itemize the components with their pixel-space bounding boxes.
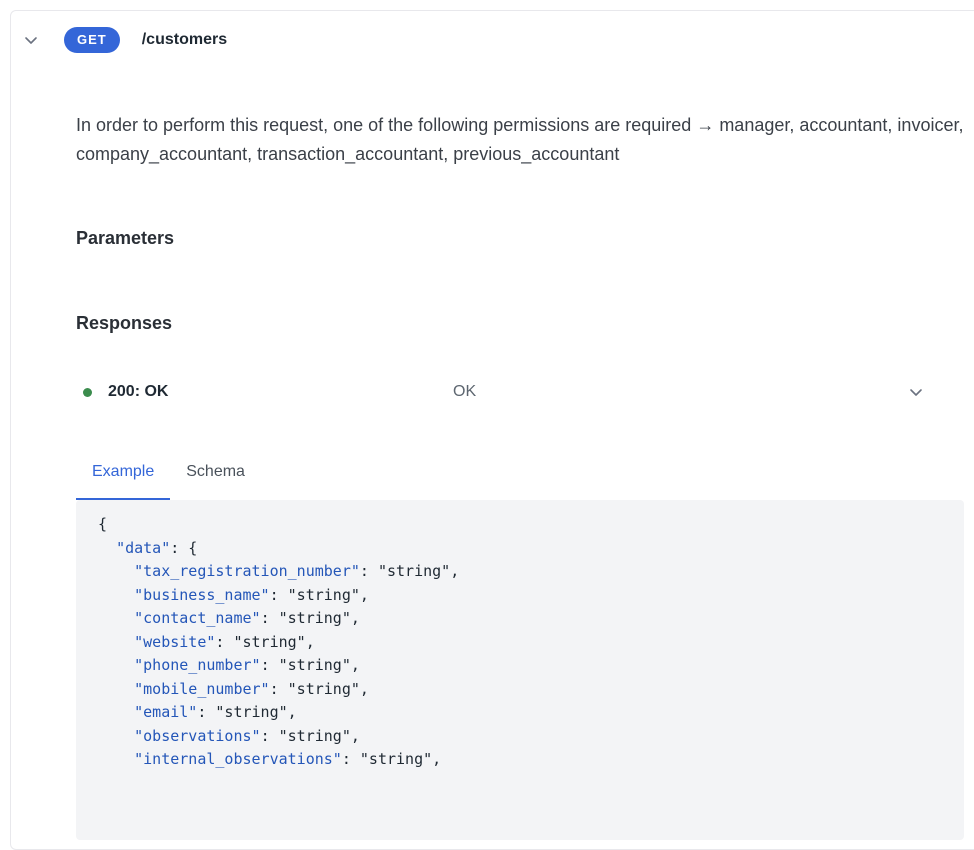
code-line: "observations": "string", (134, 726, 360, 745)
code-line: "contact_name": "string", (134, 609, 360, 627)
response-200-row[interactable]: 200: OK OK (83, 380, 923, 404)
status-dot (83, 387, 92, 397)
code-line: "mobile_number": "string", (134, 679, 369, 698)
json-key: "website" (134, 632, 216, 651)
responses-heading: Responses (76, 313, 173, 333)
json-value: "string" (278, 726, 351, 745)
json-value: "string" (233, 632, 306, 651)
json-punct: : { (170, 538, 198, 557)
json-key: "email" (134, 703, 198, 721)
json-value: "string" (287, 585, 360, 604)
endpoint-path: /customers (141, 31, 228, 48)
json-value: "string" (278, 656, 351, 674)
json-key: "mobile_number" (134, 679, 270, 698)
code-line: "internal_observations": "string", (134, 750, 442, 768)
code-line: { (98, 515, 108, 533)
parameters-heading: Parameters (76, 228, 175, 248)
tab-example[interactable]: Example (76, 458, 171, 500)
example-json-block: { "data": { "tax_registration_number": "… (76, 500, 964, 840)
response-tabs: Example Schema (76, 458, 261, 500)
chevron-down-icon[interactable] (24, 33, 38, 47)
chevron-down-icon[interactable] (909, 385, 923, 399)
json-value: "string" (359, 750, 433, 768)
json-value: "string" (215, 703, 288, 721)
json-value: "string" (377, 562, 451, 580)
method-badge: GET (64, 27, 120, 53)
code-line: "email": "string", (134, 703, 297, 721)
json-key: "tax_registration_number" (134, 562, 360, 580)
code-line: "data": { (98, 537, 942, 561)
permissions-description: In order to perform this request, one of… (76, 115, 964, 164)
json-key: "data" (116, 538, 171, 557)
response-status-text: OK (453, 383, 477, 400)
code-line: "business_name": "string", (134, 585, 369, 604)
json-value: "string" (278, 609, 351, 627)
json-value: "string" (287, 679, 360, 698)
endpoint-header[interactable]: GET /customers (24, 26, 227, 54)
code-line: "website": "string", (134, 632, 315, 651)
json-key: "internal_observations" (134, 750, 342, 768)
code-line: "phone_number": "string", (134, 656, 360, 674)
json-key: "contact_name" (134, 609, 261, 627)
json-key: "phone_number" (134, 656, 261, 674)
response-status-code: 200: OK (108, 383, 169, 400)
json-key: "observations" (134, 726, 261, 745)
json-key: "business_name" (134, 585, 270, 604)
code-line: "tax_registration_number": "string", (134, 562, 460, 580)
tab-schema[interactable]: Schema (170, 458, 261, 495)
